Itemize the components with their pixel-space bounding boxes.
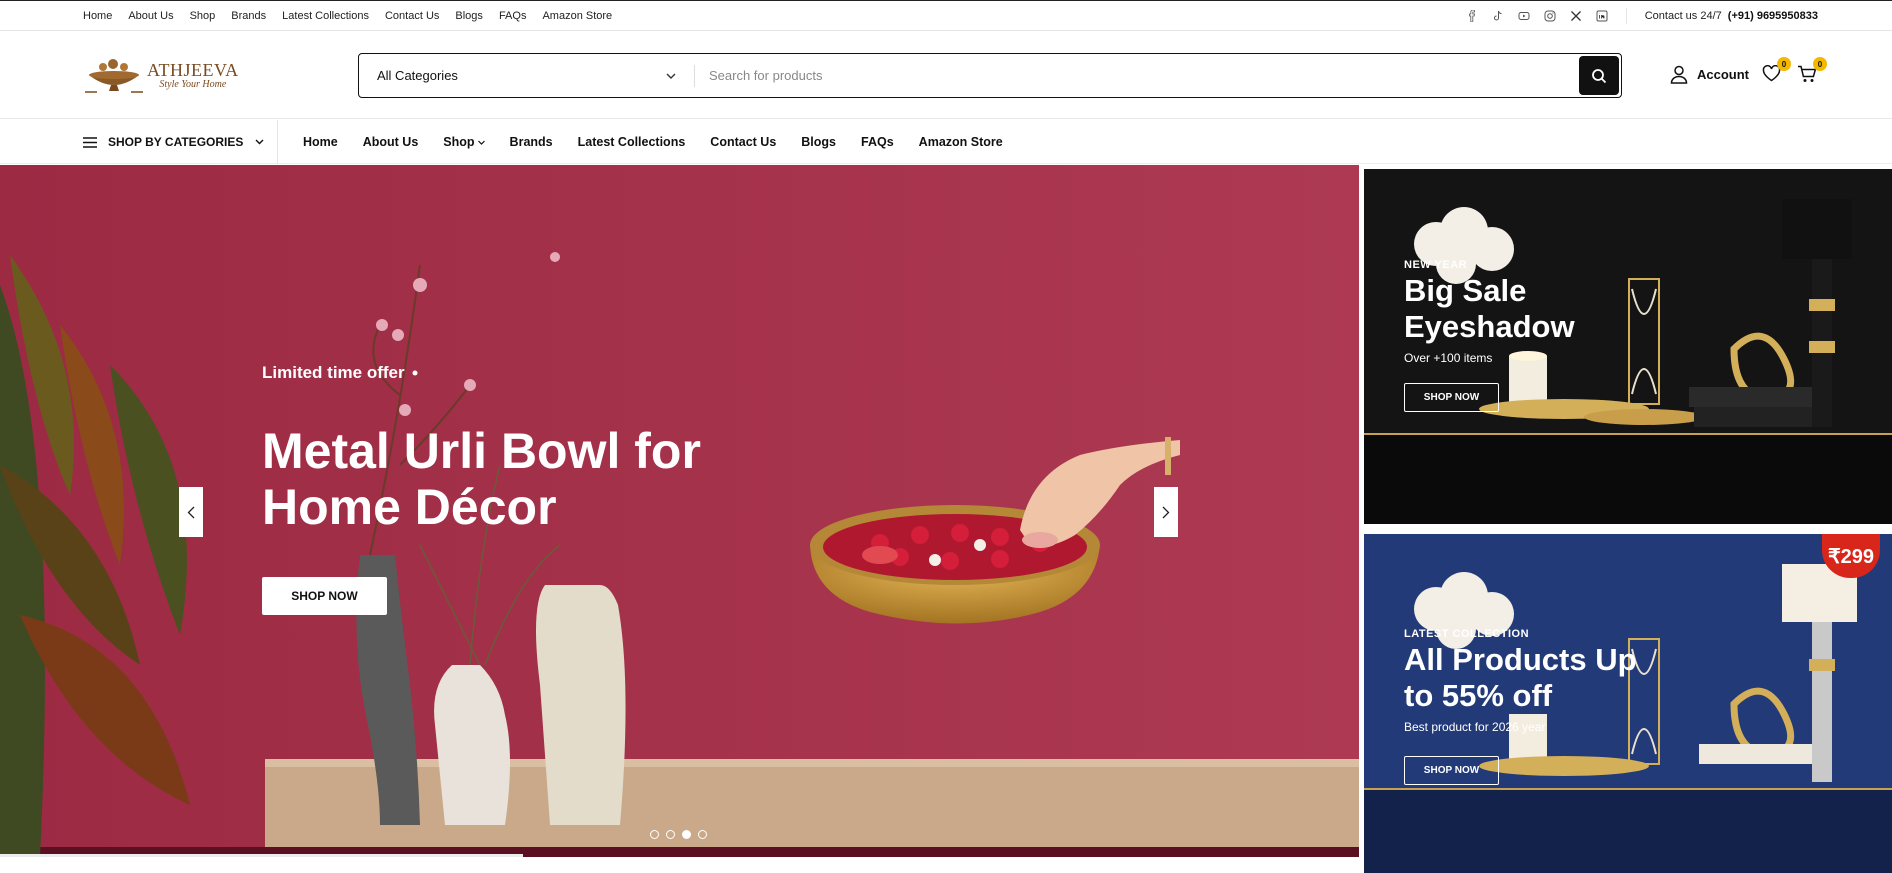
- slider-next-button[interactable]: [1154, 487, 1178, 537]
- top-nav-brands[interactable]: Brands: [231, 10, 266, 22]
- top-right: Contact us 24/7 (+91) 9695950833: [1466, 1, 1818, 31]
- top-nav-shop[interactable]: Shop: [190, 10, 216, 22]
- top-nav-contact[interactable]: Contact Us: [385, 10, 439, 22]
- sparkle-icon: [412, 370, 418, 376]
- nav-about[interactable]: About Us: [363, 135, 419, 149]
- top-nav-faqs[interactable]: FAQs: [499, 10, 527, 22]
- contact-label: Contact us 24/7: [1644, 10, 1722, 22]
- promo-text: NEW YEAR Big Sale Eyeshadow Over +100 it…: [1404, 259, 1634, 412]
- slider-dot[interactable]: [666, 830, 675, 839]
- nav-shop-label: Shop: [443, 135, 475, 149]
- top-nav-amazon-store[interactable]: Amazon Store: [542, 10, 612, 22]
- hero-shop-now-button[interactable]: SHOP NOW: [262, 577, 387, 615]
- search-bar: All Categories: [358, 53, 1622, 98]
- site-logo[interactable]: ATHJEEVA Style Your Home: [83, 53, 253, 97]
- tiktok-icon[interactable]: [1492, 10, 1504, 22]
- nav-contact[interactable]: Contact Us: [710, 135, 776, 149]
- chevron-down-icon: [477, 140, 485, 145]
- slider-dot[interactable]: [698, 830, 707, 839]
- nav-blogs[interactable]: Blogs: [801, 135, 836, 149]
- hero-offer-line: Limited time offer: [262, 363, 782, 383]
- wishlist-button[interactable]: 0: [1762, 57, 1791, 87]
- logo-name: ATHJEEVA: [147, 60, 239, 80]
- social-links: [1466, 8, 1627, 24]
- chevron-down-icon: [666, 73, 676, 79]
- nav-faqs[interactable]: FAQs: [861, 135, 894, 149]
- user-icon: [1670, 65, 1688, 84]
- promo-subtitle: Over +100 items: [1404, 351, 1493, 365]
- hero-offer-text: Limited time offer: [262, 363, 405, 382]
- promo-shop-now-button[interactable]: SHOP NOW: [1404, 756, 1499, 785]
- slider-progress-bar: [0, 854, 523, 857]
- hero-title: Metal Urli Bowl for Home Décor: [262, 423, 701, 535]
- nav-latest-collections[interactable]: Latest Collections: [578, 135, 686, 149]
- slider-pagination: [650, 830, 707, 839]
- main-nav-links: Home About Us Shop Brands Latest Collect…: [303, 120, 1003, 164]
- promo-eyebrow: LATEST COLLECTION: [1404, 628, 1530, 640]
- urli-logo-icon: [85, 59, 143, 93]
- site-header: ATHJEEVA Style Your Home All Categories …: [0, 31, 1892, 119]
- logo-text: ATHJEEVA Style Your Home: [147, 60, 239, 90]
- promo-banner-latest-collection[interactable]: ₹299 LATEST COLLECTION All Products Up t…: [1364, 534, 1892, 873]
- top-nav-about[interactable]: About Us: [128, 10, 173, 22]
- nav-brands[interactable]: Brands: [510, 135, 553, 149]
- logo-tagline: Style Your Home: [159, 79, 227, 90]
- main-navbar: SHOP BY CATEGORIES Home About Us Shop Br…: [0, 120, 1892, 164]
- top-bar: Home About Us Shop Brands Latest Collect…: [0, 0, 1892, 31]
- top-nav-home[interactable]: Home: [83, 10, 112, 22]
- hamburger-menu-icon: [83, 136, 97, 148]
- slider-dot[interactable]: [650, 830, 659, 839]
- promo-eyebrow: NEW YEAR: [1404, 259, 1468, 271]
- slider-prev-button[interactable]: [179, 487, 203, 537]
- chevron-down-icon: [255, 139, 264, 145]
- promo-subtitle: Best product for 2026 year: [1404, 720, 1546, 734]
- hero-slider: Limited time offer Metal Urli Bowl for H…: [0, 165, 1359, 857]
- linkedin-icon[interactable]: [1596, 10, 1608, 22]
- instagram-icon[interactable]: [1544, 10, 1556, 22]
- contact-phone[interactable]: (+91) 9695950833: [1728, 10, 1818, 22]
- nav-home[interactable]: Home: [303, 135, 338, 149]
- x-icon[interactable]: [1570, 10, 1582, 22]
- promo-title: Big Sale Eyeshadow: [1404, 273, 1575, 344]
- promo-title: All Products Up to 55% off: [1404, 642, 1637, 713]
- chevron-right-icon: [1162, 506, 1170, 518]
- search-icon: [1592, 68, 1607, 83]
- hero-text: Limited time offer Metal Urli Bowl for H…: [262, 363, 782, 615]
- top-nav-latest-collections[interactable]: Latest Collections: [282, 10, 369, 22]
- category-select-value: All Categories: [377, 68, 458, 83]
- promo-banner-new-year[interactable]: NEW YEAR Big Sale Eyeshadow Over +100 it…: [1364, 169, 1892, 524]
- top-nav-blogs[interactable]: Blogs: [455, 10, 483, 22]
- shop-by-categories-label: SHOP BY CATEGORIES: [108, 135, 244, 149]
- account-link[interactable]: Account: [1670, 65, 1749, 84]
- account-label: Account: [1697, 67, 1749, 82]
- facebook-icon[interactable]: [1466, 10, 1478, 22]
- cart-button[interactable]: 0: [1797, 57, 1827, 88]
- chevron-left-icon: [187, 506, 195, 518]
- shop-by-categories-toggle[interactable]: SHOP BY CATEGORIES: [83, 120, 277, 164]
- slider-dot-active[interactable]: [682, 830, 691, 839]
- category-select[interactable]: All Categories: [359, 54, 694, 97]
- youtube-icon[interactable]: [1518, 10, 1530, 22]
- wishlist-count-badge: 0: [1777, 57, 1791, 71]
- top-nav: Home About Us Shop Brands Latest Collect…: [83, 1, 612, 31]
- search-input[interactable]: [695, 54, 1579, 97]
- search-button[interactable]: [1579, 56, 1619, 95]
- nav-amazon-store[interactable]: Amazon Store: [919, 135, 1003, 149]
- cart-count-badge: 0: [1813, 57, 1827, 71]
- promo-shop-now-button[interactable]: SHOP NOW: [1404, 383, 1499, 412]
- promo-text: LATEST COLLECTION All Products Up to 55%…: [1404, 628, 1654, 785]
- nav-divider: [277, 120, 278, 164]
- nav-shop[interactable]: Shop: [443, 135, 485, 149]
